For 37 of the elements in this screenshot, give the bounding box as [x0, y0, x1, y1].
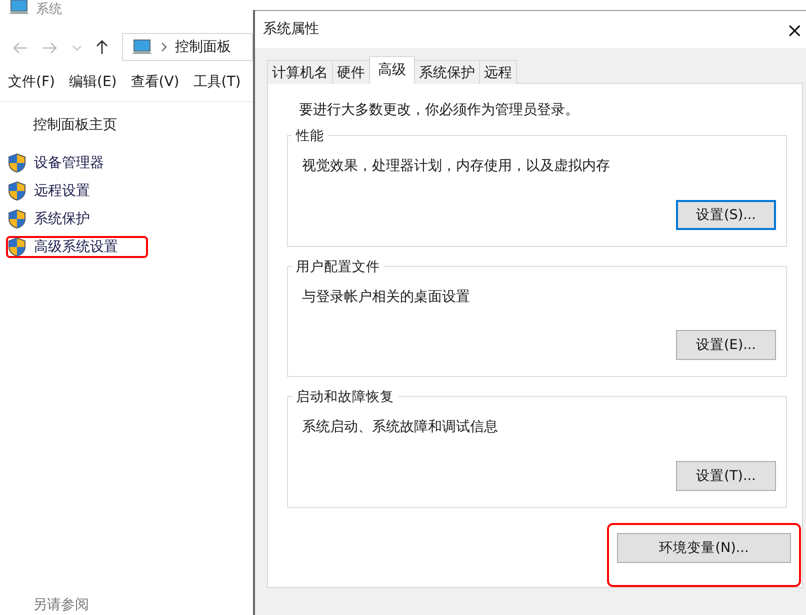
- window-icon: [8, 0, 30, 16]
- link-label: 远程设置: [34, 182, 90, 200]
- window-title: 系统: [36, 3, 62, 16]
- menu-item[interactable]: 文件(F): [8, 72, 55, 101]
- tab[interactable]: 系统保护: [414, 60, 480, 84]
- menu-item[interactable]: 编辑(E): [68, 72, 117, 101]
- tab[interactable]: 远程: [479, 60, 517, 84]
- menu-item[interactable]: 查看(V): [130, 72, 180, 101]
- sidebar-link[interactable]: 设备管理器: [6, 152, 148, 174]
- group-description: 系统启动、系统故障和调试信息: [302, 418, 499, 438]
- address-bar[interactable]: 控制面板: [122, 33, 253, 61]
- link-label: 系统保护: [34, 210, 90, 228]
- close-button[interactable]: ×: [784, 20, 805, 40]
- settings-button[interactable]: 设置(E)...: [676, 330, 776, 360]
- link-label: 设备管理器: [34, 154, 104, 172]
- sidebar-link[interactable]: 远程设置: [6, 180, 148, 202]
- notice-text: 要进行大多数更改，你必须作为管理员登录。: [298, 101, 580, 120]
- shield-icon: [8, 181, 26, 201]
- shield-icon: [8, 209, 26, 229]
- tab[interactable]: 硬件: [332, 60, 370, 84]
- shield-icon: [8, 237, 26, 257]
- settings-button[interactable]: 设置(T)...: [676, 461, 776, 492]
- home-link[interactable]: 控制面板主页: [33, 117, 117, 133]
- link-label: 高级系统设置: [34, 238, 118, 256]
- dialog-title: 系统属性: [263, 20, 319, 39]
- menu-item[interactable]: 工具(T): [193, 72, 241, 101]
- settings-button[interactable]: 设置(S)...: [676, 200, 776, 230]
- tab[interactable]: 高级: [369, 56, 415, 84]
- sidebar-link[interactable]: 高级系统设置: [6, 236, 148, 258]
- shield-icon: [8, 153, 26, 173]
- section-heading: 另请参阅: [32, 597, 90, 614]
- tab[interactable]: 计算机名: [267, 60, 333, 84]
- breadcrumb-item[interactable]: 控制面板: [175, 36, 231, 58]
- group-description: 视觉效果，处理器计划，内存使用，以及虚拟内存: [302, 157, 611, 176]
- environment-variables-button[interactable]: 环境变量(N)...: [617, 533, 791, 564]
- sidebar-link[interactable]: 系统保护: [6, 208, 148, 230]
- group-description: 与登录帐户相关的桌面设置: [302, 288, 471, 307]
